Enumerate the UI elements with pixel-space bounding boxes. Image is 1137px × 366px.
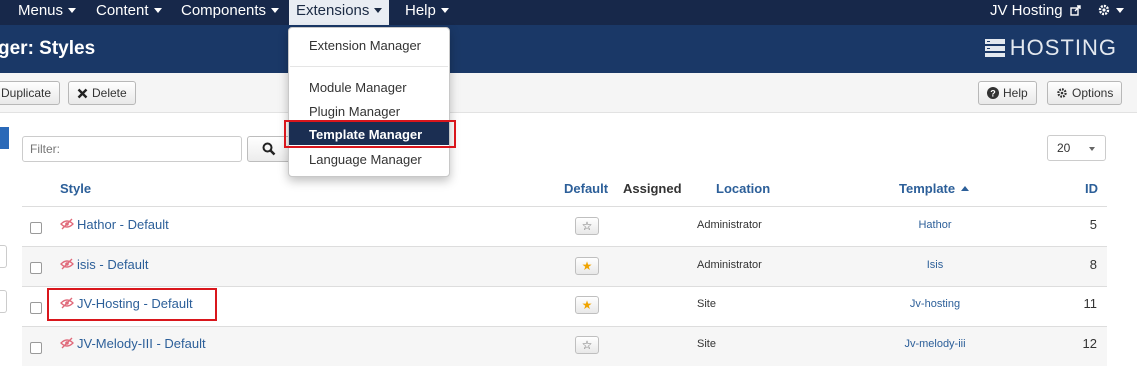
page-header: ger: Styles HOSTING xyxy=(0,25,1137,73)
table-row: Hathor - Default ☆ Administrator Hathor … xyxy=(22,206,1107,246)
gear-icon xyxy=(1057,88,1067,98)
id-cell: 5 xyxy=(1089,217,1097,232)
question-icon: ? xyxy=(987,87,999,99)
help-label: Help xyxy=(1003,86,1028,100)
row-checkbox[interactable] xyxy=(30,342,42,354)
hidden-eye-icon xyxy=(60,218,74,230)
sidebar-active-tab[interactable] xyxy=(0,127,9,149)
location-cell: Site xyxy=(697,298,716,310)
list-limit-select[interactable]: 20 xyxy=(1047,135,1106,161)
template-header-label: Template xyxy=(899,181,956,196)
help-button[interactable]: ? Help xyxy=(978,81,1037,105)
star-filled-icon: ★ xyxy=(581,259,593,273)
highlight-box xyxy=(284,120,456,148)
column-header-default[interactable]: Default xyxy=(564,181,608,196)
menu-item-plugin-manager[interactable]: Plugin Manager xyxy=(309,104,400,119)
duplicate-button[interactable]: Duplicate xyxy=(0,81,61,105)
toolbar: Duplicate Delete ? Help Options xyxy=(0,73,1137,113)
template-link[interactable]: Hathor xyxy=(875,219,995,231)
sidebar-filter-box[interactable] xyxy=(0,245,7,268)
row-checkbox[interactable] xyxy=(30,302,42,314)
list-limit-value: 20 xyxy=(1057,141,1071,155)
default-star-button[interactable]: ★ xyxy=(575,296,599,314)
delete-button[interactable]: Delete xyxy=(68,81,136,105)
site-link[interactable]: JV Hosting xyxy=(983,0,1088,25)
location-cell: Administrator xyxy=(697,219,762,231)
sort-asc-icon xyxy=(961,186,970,191)
menu-extensions-label: Extensions xyxy=(296,2,370,19)
site-link-label: JV Hosting xyxy=(990,2,1063,19)
star-outline-icon: ☆ xyxy=(581,219,593,233)
table-row: JV-Melody-III - Default ☆ Site Jv-melody… xyxy=(22,326,1107,366)
caret-down-icon xyxy=(1116,8,1124,13)
row-checkbox[interactable] xyxy=(30,222,42,234)
menu-help-label: Help xyxy=(405,2,436,19)
sidebar-filter-box[interactable] xyxy=(0,290,7,313)
id-cell: 12 xyxy=(1082,336,1097,351)
menu-help[interactable]: Help xyxy=(398,0,456,25)
column-header-id[interactable]: ID xyxy=(1085,181,1098,196)
template-link[interactable]: Isis xyxy=(875,259,995,271)
table-row: isis - Default ★ Administrator Isis 8 xyxy=(22,246,1107,286)
menu-components[interactable]: Components xyxy=(174,0,286,25)
menu-components-label: Components xyxy=(181,2,267,19)
menu-divider xyxy=(290,66,448,67)
style-link[interactable]: JV-Melody-III - Default xyxy=(77,336,206,351)
default-star-button[interactable]: ☆ xyxy=(575,217,599,235)
hidden-eye-icon xyxy=(60,337,74,349)
template-link[interactable]: Jv-melody-iii xyxy=(875,338,995,350)
location-cell: Site xyxy=(697,338,716,350)
filter-input[interactable] xyxy=(22,136,242,162)
default-star-button[interactable]: ☆ xyxy=(575,336,599,354)
id-cell: 8 xyxy=(1089,257,1097,272)
search-icon xyxy=(262,142,276,156)
column-header-assigned: Assigned xyxy=(623,181,682,196)
id-cell: 11 xyxy=(1083,296,1098,311)
menu-item-language-manager[interactable]: Language Manager xyxy=(309,152,422,167)
row-checkbox[interactable] xyxy=(30,262,42,274)
external-link-icon xyxy=(1070,5,1081,16)
column-header-template[interactable]: Template xyxy=(899,181,970,196)
column-header-style[interactable]: Style xyxy=(60,181,91,196)
top-navbar: Menus Content Components Extensions Help… xyxy=(0,0,1137,25)
settings-menu[interactable] xyxy=(1090,0,1131,25)
chevron-down-icon xyxy=(1089,147,1095,151)
highlight-box xyxy=(47,288,217,321)
menu-extensions[interactable]: Extensions xyxy=(289,0,390,25)
server-icon xyxy=(984,39,1005,57)
caret-down-icon xyxy=(153,8,162,13)
delete-label: Delete xyxy=(92,86,127,100)
style-link[interactable]: Hathor - Default xyxy=(77,217,169,232)
page-title: ger: Styles xyxy=(0,38,96,59)
caret-down-icon xyxy=(271,8,280,13)
gear-icon xyxy=(1098,4,1110,16)
style-link[interactable]: isis - Default xyxy=(77,257,149,272)
menu-item-module-manager[interactable]: Module Manager xyxy=(309,80,407,95)
menu-menus[interactable]: Menus xyxy=(11,0,83,25)
location-cell: Administrator xyxy=(697,259,762,271)
duplicate-label: Duplicate xyxy=(1,86,52,100)
extensions-dropdown: Extension Manager Module Manager Plugin … xyxy=(288,27,450,177)
hidden-eye-icon xyxy=(60,258,74,270)
menu-content[interactable]: Content xyxy=(89,0,169,25)
search-button[interactable] xyxy=(247,136,289,162)
menu-menus-label: Menus xyxy=(18,2,64,19)
caret-down-icon xyxy=(68,8,77,13)
svg-text:?: ? xyxy=(990,89,996,99)
star-outline-icon: ☆ xyxy=(581,338,593,352)
brand-logo: HOSTING xyxy=(984,35,1117,61)
caret-down-icon xyxy=(374,8,383,13)
options-label: Options xyxy=(1072,86,1114,100)
close-icon xyxy=(77,88,88,99)
star-filled-icon: ★ xyxy=(581,298,593,312)
brand-text: HOSTING xyxy=(1009,35,1117,60)
options-button[interactable]: Options xyxy=(1047,81,1123,105)
caret-down-icon xyxy=(440,8,449,13)
default-star-button[interactable]: ★ xyxy=(575,257,599,275)
template-link[interactable]: Jv-hosting xyxy=(875,298,995,310)
menu-content-label: Content xyxy=(96,2,149,19)
column-header-location[interactable]: Location xyxy=(716,181,770,196)
menu-item-extension-manager[interactable]: Extension Manager xyxy=(309,38,421,53)
